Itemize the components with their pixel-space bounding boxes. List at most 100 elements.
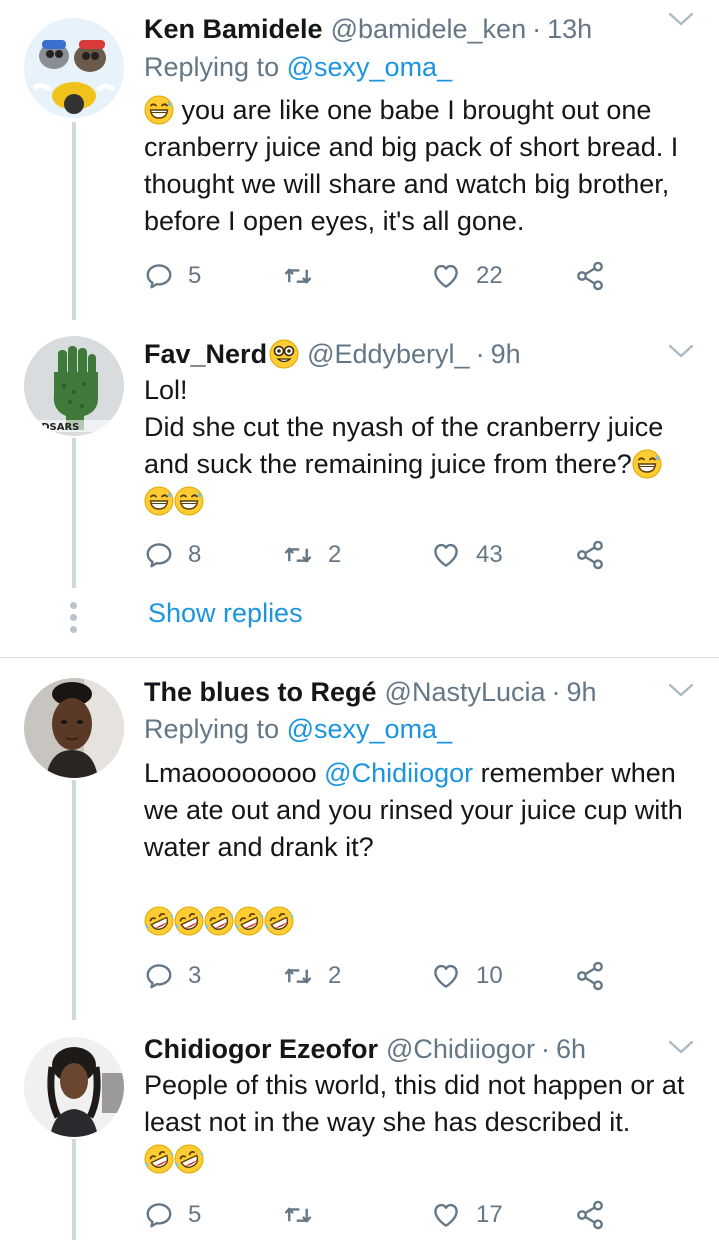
tweet-header: The blues to Regé @NastyLucia · 9h: [144, 672, 597, 712]
reply-button[interactable]: 8: [144, 535, 201, 575]
emoji-row: [144, 903, 704, 940]
retweet-button[interactable]: [282, 256, 328, 296]
reply-button[interactable]: 3: [144, 956, 201, 996]
tweet-actions: 5 17: [144, 1195, 624, 1235]
tweet-chidiogor-ezeofor[interactable]: Chidiogor Ezeofor @Chidiiogor · 6h Peopl…: [0, 1020, 719, 1240]
replying-to: Replying to @sexy_oma_: [144, 714, 452, 745]
share-button[interactable]: [574, 535, 606, 575]
tweet-text: Lol! Did she cut the nyash of the cranbe…: [144, 372, 704, 520]
share-button[interactable]: [574, 256, 606, 296]
replying-label: Replying to: [144, 714, 280, 744]
reply-icon: [144, 261, 174, 291]
tweet-text-content: Did she cut the nyash of the cranberry j…: [144, 409, 704, 520]
avatar[interactable]: [24, 1037, 124, 1137]
heart-icon: [430, 961, 462, 991]
display-name[interactable]: Fav_Nerd: [144, 339, 267, 370]
tweet-header: Chidiogor Ezeofor @Chidiiogor · 6h: [144, 1029, 586, 1069]
rolling-laughing-emoji: [234, 906, 264, 936]
tweet-text: you are like one babe I brought out one …: [144, 92, 699, 240]
user-handle[interactable]: @Chidiiogor: [386, 1034, 535, 1065]
reply-button[interactable]: 5: [144, 1195, 201, 1235]
more-replies-dots: [68, 602, 78, 638]
grinning-sweat-emoji: [632, 449, 662, 479]
replying-mention[interactable]: @sexy_oma_: [287, 714, 452, 744]
timestamp[interactable]: 9h: [491, 339, 521, 370]
reply-icon: [144, 961, 174, 991]
tweet-text-content: you are like one babe I brought out one …: [144, 95, 679, 236]
thread-line: [72, 122, 76, 320]
share-icon: [574, 260, 606, 292]
retweet-button[interactable]: [282, 1195, 328, 1235]
separator: ·: [532, 13, 542, 44]
like-count: 10: [476, 962, 503, 989]
separator: ·: [475, 338, 485, 369]
tweet-mention[interactable]: @Chidiiogor: [324, 758, 473, 788]
replying-label: Replying to: [144, 52, 280, 82]
tweet-fav-nerd[interactable]: ENDSARS Fav_Nerd @Eddyberyl_ · 9h Lol! D…: [0, 320, 719, 655]
like-count: 17: [476, 1201, 503, 1228]
user-handle[interactable]: @bamidele_ken: [331, 14, 527, 45]
share-button[interactable]: [574, 956, 606, 996]
tweet-ken-bamidele[interactable]: Ken Bamidele @bamidele_ken · 13h Replyin…: [0, 0, 719, 320]
tweet-actions: 3 2 10: [144, 956, 624, 996]
tweet-text: People of this world, this did not happe…: [144, 1067, 699, 1178]
tweet-text-main: Did she cut the nyash of the cranberry j…: [144, 412, 664, 479]
like-button[interactable]: 10: [430, 956, 503, 996]
retweet-button[interactable]: 2: [282, 956, 341, 996]
retweet-icon: [282, 1200, 314, 1230]
reply-icon: [144, 1200, 174, 1230]
like-button[interactable]: 17: [430, 1195, 503, 1235]
grinning-sweat-emoji: [174, 486, 204, 516]
chevron-down-icon[interactable]: [666, 679, 696, 701]
thread-line: [72, 1139, 76, 1240]
heart-icon: [430, 261, 462, 291]
rolling-laughing-emoji: [174, 1144, 204, 1174]
tweet-text-content: People of this world, this did not happe…: [144, 1070, 685, 1137]
retweet-button[interactable]: 2: [282, 535, 341, 575]
avatar[interactable]: [24, 18, 124, 118]
separator: ·: [540, 1033, 550, 1064]
retweet-icon: [282, 261, 314, 291]
reply-count: 5: [188, 262, 202, 289]
like-count: 43: [476, 541, 503, 568]
reply-count: 8: [188, 541, 202, 568]
share-icon: [574, 1199, 606, 1231]
chevron-down-icon[interactable]: [666, 1036, 696, 1058]
timestamp[interactable]: 9h: [567, 677, 597, 708]
separator: ·: [551, 676, 561, 707]
tweet-blues-to-rege[interactable]: The blues to Regé @NastyLucia · 9h Reply…: [0, 662, 719, 1020]
display-name[interactable]: Chidiogor Ezeofor: [144, 1034, 378, 1065]
user-handle[interactable]: @NastyLucia: [385, 677, 546, 708]
retweet-icon: [282, 961, 314, 991]
display-name[interactable]: Ken Bamidele: [144, 14, 323, 45]
chevron-down-icon[interactable]: [666, 8, 696, 30]
rolling-laughing-emoji: [264, 906, 294, 936]
reply-button[interactable]: 5: [144, 256, 201, 296]
chevron-down-icon[interactable]: [666, 340, 696, 362]
thread-line: [72, 780, 76, 1020]
like-button[interactable]: 22: [430, 256, 503, 296]
timestamp[interactable]: 13h: [547, 14, 592, 45]
show-replies-link[interactable]: Show replies: [148, 598, 303, 629]
tweet-header: Fav_Nerd @Eddyberyl_ · 9h: [144, 334, 521, 374]
grinning-sweat-emoji: [144, 486, 174, 516]
timestamp[interactable]: 6h: [556, 1034, 586, 1065]
avatar-caption: ENDSARS: [26, 422, 79, 433]
rolling-laughing-emoji: [174, 906, 204, 936]
rolling-laughing-emoji: [144, 906, 174, 936]
user-handle[interactable]: @Eddyberyl_: [307, 339, 470, 370]
share-button[interactable]: [574, 1195, 606, 1235]
display-name[interactable]: The blues to Regé: [144, 677, 377, 708]
avatar[interactable]: [24, 678, 124, 778]
thread-line: [72, 438, 76, 588]
heart-icon: [430, 540, 462, 570]
retweet-count: 2: [328, 541, 342, 568]
heart-icon: [430, 1200, 462, 1230]
avatar[interactable]: ENDSARS: [24, 336, 124, 436]
grinning-sweat-emoji: [144, 95, 174, 125]
like-button[interactable]: 43: [430, 535, 503, 575]
rolling-laughing-emoji: [204, 906, 234, 936]
share-icon: [574, 960, 606, 992]
replying-mention[interactable]: @sexy_oma_: [287, 52, 452, 82]
reply-icon: [144, 540, 174, 570]
